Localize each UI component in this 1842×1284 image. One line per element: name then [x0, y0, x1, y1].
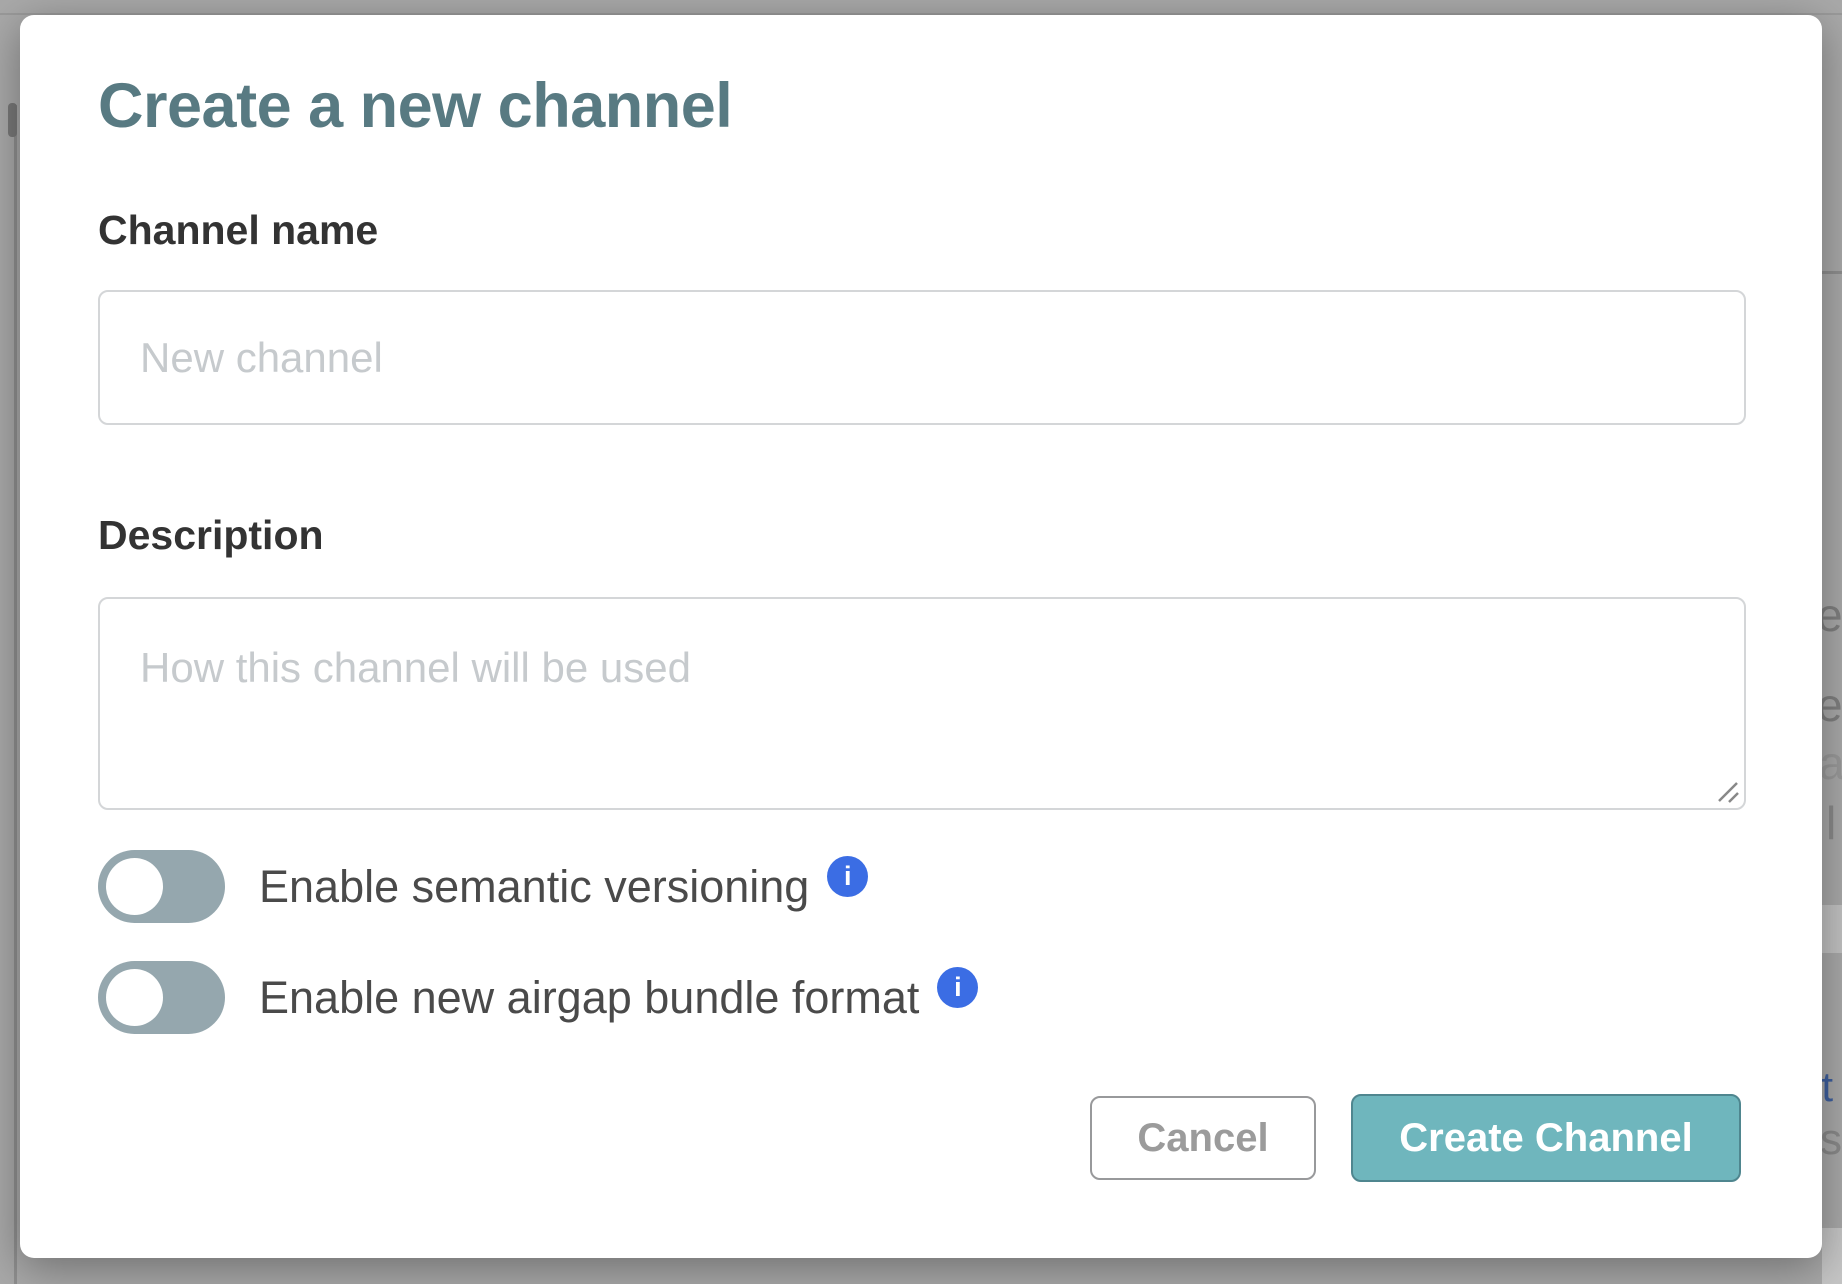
backdrop-left-shadow — [8, 103, 17, 137]
create-channel-modal: Create a new channel Channel name Descri… — [20, 15, 1822, 1258]
info-icon[interactable]: i — [937, 967, 978, 1008]
info-icon[interactable]: i — [827, 856, 868, 897]
toggle-knob — [106, 858, 163, 915]
channel-name-label: Channel name — [98, 207, 378, 254]
create-channel-button[interactable]: Create Channel — [1351, 1094, 1741, 1182]
airgap-bundle-label: Enable new airgap bundle format — [259, 972, 919, 1024]
toggle-knob — [106, 969, 163, 1026]
backdrop-right-row-band — [1822, 1228, 1842, 1284]
airgap-bundle-row: Enable new airgap bundle format i — [98, 961, 978, 1034]
backdrop-left-edge — [14, 105, 17, 1284]
backdrop-text-fragment: a — [1819, 740, 1842, 786]
modal-footer: Cancel Create Channel — [1090, 1094, 1741, 1182]
semantic-versioning-row: Enable semantic versioning i — [98, 850, 868, 923]
backdrop-right-row-band — [1822, 905, 1842, 953]
backdrop-text-fragment: l — [1826, 800, 1836, 846]
backdrop-right-divider — [1822, 271, 1842, 274]
modal-title: Create a new channel — [98, 70, 732, 142]
description-label: Description — [98, 512, 324, 559]
channel-name-input[interactable] — [98, 290, 1746, 425]
description-textarea[interactable] — [98, 597, 1746, 810]
backdrop-text-fragment: s — [1820, 1118, 1842, 1162]
airgap-bundle-toggle[interactable] — [98, 961, 225, 1034]
cancel-button[interactable]: Cancel — [1090, 1096, 1316, 1180]
description-field-wrap — [98, 597, 1746, 810]
semantic-versioning-toggle[interactable] — [98, 850, 225, 923]
semantic-versioning-label: Enable semantic versioning — [259, 861, 809, 913]
